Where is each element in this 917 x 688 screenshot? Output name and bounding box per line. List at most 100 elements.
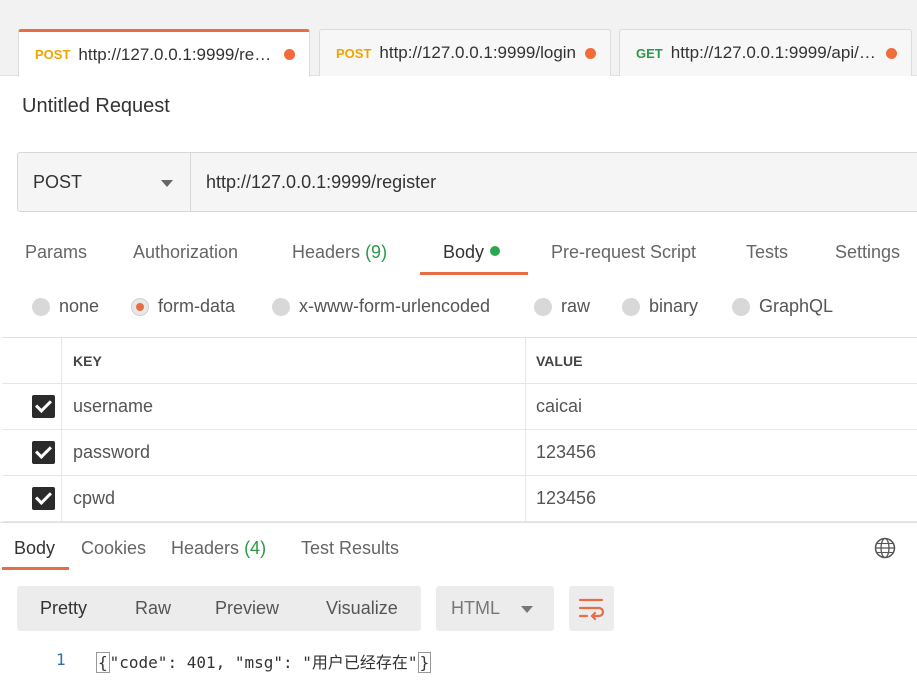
radio-circle-icon [32,297,50,316]
value-column-header: VALUE [536,353,583,369]
body-type-radios: none form-data x-www-form-urlencoded raw… [0,292,917,322]
tab-method-label: POST [35,47,71,62]
view-pretty-button[interactable]: Pretty [40,598,87,619]
radio-label: raw [561,296,591,316]
row-checkbox[interactable] [32,487,55,510]
radio-circle-icon [534,297,552,316]
response-tab-headers-label: Headers [171,538,240,558]
unsaved-dot-icon [284,49,295,60]
method-select[interactable]: POST [18,153,191,211]
tab-authorization[interactable]: Authorization [133,242,238,263]
view-mode-bar: Pretty Raw Preview Visualize [17,586,421,631]
request-tab-register[interactable]: POST http://127.0.0.1:9999/regi... [18,29,310,77]
view-visualize-button[interactable]: Visualize [326,598,398,619]
value-cell[interactable]: caicai [536,396,582,417]
key-cell[interactable]: username [73,396,153,417]
tab-method-label: POST [336,45,372,61]
response-tab-cookies[interactable]: Cookies [81,538,146,559]
response-json-content: "code": 401, "msg": "用户已经存在" [109,653,418,672]
globe-icon[interactable] [874,537,896,559]
column-divider [525,430,526,475]
wrap-lines-icon [578,598,605,621]
checkbox-column [2,476,62,521]
radio-form-data[interactable]: form-data [131,296,235,317]
tab-prerequest-script[interactable]: Pre-request Script [551,242,696,263]
tab-settings[interactable]: Settings [835,242,900,263]
unsaved-dot-icon [585,47,596,59]
wrap-lines-button[interactable] [569,586,614,631]
table-row: username caicai [2,384,917,430]
radio-none[interactable]: none [32,296,99,317]
request-tab-login[interactable]: POST http://127.0.0.1:9999/login [319,29,611,76]
tab-body-label: Body [443,242,485,262]
radio-label: x-www-form-urlencoded [299,296,491,316]
request-tab-api[interactable]: GET http://127.0.0.1:9999/api/v... [619,29,912,76]
response-headers-count: (4) [244,538,267,558]
chevron-down-icon [161,180,173,187]
format-select[interactable]: HTML [436,586,554,631]
response-tab-headers[interactable]: Headers (4) [171,538,266,559]
table-header-row: KEY VALUE [2,338,917,384]
form-data-table: KEY VALUE username caicai password 12345… [2,337,917,522]
url-input-value: http://127.0.0.1:9999/register [206,171,437,192]
radio-label: form-data [158,296,236,316]
table-row: cpwd 123456 [2,476,917,522]
radio-label: binary [649,296,699,316]
radio-selected-icon [131,297,149,316]
radio-raw[interactable]: raw [534,296,590,317]
response-tab-body[interactable]: Body [14,538,55,559]
response-tabs: Body Cookies Headers (4) Test Results [0,522,917,570]
radio-circle-icon [732,297,750,316]
active-tab-underline [420,272,528,275]
value-cell[interactable]: 123456 [536,488,596,509]
close-brace: } [417,652,432,673]
radio-circle-icon [272,297,290,316]
key-column-header: KEY [73,353,102,369]
response-json-line: {"code": 401, "msg": "用户已经存在"} [96,649,432,673]
radio-label: none [59,296,100,316]
tab-tests[interactable]: Tests [746,242,788,263]
unsaved-dot-icon [886,47,897,59]
checkbox-column [2,430,62,475]
tab-headers[interactable]: Headers (9) [292,242,387,263]
value-cell[interactable]: 123456 [536,442,596,463]
request-title[interactable]: Untitled Request [22,95,170,118]
column-divider[interactable] [525,338,526,383]
checkbox-column [2,338,62,383]
tab-headers-label: Headers [292,242,361,262]
url-bar: POST http://127.0.0.1:9999/register [17,152,917,212]
body-indicator-dot-icon [490,246,501,256]
line-number: 1 [56,650,66,669]
tab-url-label: http://127.0.0.1:9999/api/v... [670,43,878,62]
response-body-editor[interactable]: 1 {"code": 401, "msg": "用户已经存在"} [0,644,917,676]
tab-url-label: http://127.0.0.1:9999/login [379,43,577,62]
method-select-value: POST [33,171,83,192]
checkbox-column [2,384,62,429]
chevron-down-icon [521,606,533,613]
format-select-value: HTML [451,598,500,618]
headers-count: (9) [365,242,388,262]
key-cell[interactable]: password [73,442,150,463]
row-checkbox[interactable] [32,395,55,418]
view-raw-button[interactable]: Raw [135,598,171,619]
radio-graphql[interactable]: GraphQL [732,296,833,317]
radio-urlencoded[interactable]: x-www-form-urlencoded [272,296,490,317]
radio-circle-icon [622,297,640,316]
view-preview-button[interactable]: Preview [215,598,279,619]
key-cell[interactable]: cpwd [73,488,115,509]
tab-url-label: http://127.0.0.1:9999/regi... [78,44,276,64]
tab-body[interactable]: Body [443,242,501,263]
column-divider [525,384,526,429]
radio-binary[interactable]: binary [622,296,698,317]
radio-label: GraphQL [759,296,834,316]
row-checkbox[interactable] [32,441,55,464]
column-divider [525,476,526,521]
tab-params[interactable]: Params [25,242,87,263]
active-response-tab-underline [2,567,69,570]
request-tab-strip: POST http://127.0.0.1:9999/regi... POST … [0,0,917,77]
table-row: password 123456 [2,430,917,476]
url-input[interactable]: http://127.0.0.1:9999/register [191,153,917,211]
open-brace: { [96,652,110,673]
response-tab-test-results[interactable]: Test Results [301,538,399,559]
tab-method-label: GET [636,45,663,61]
